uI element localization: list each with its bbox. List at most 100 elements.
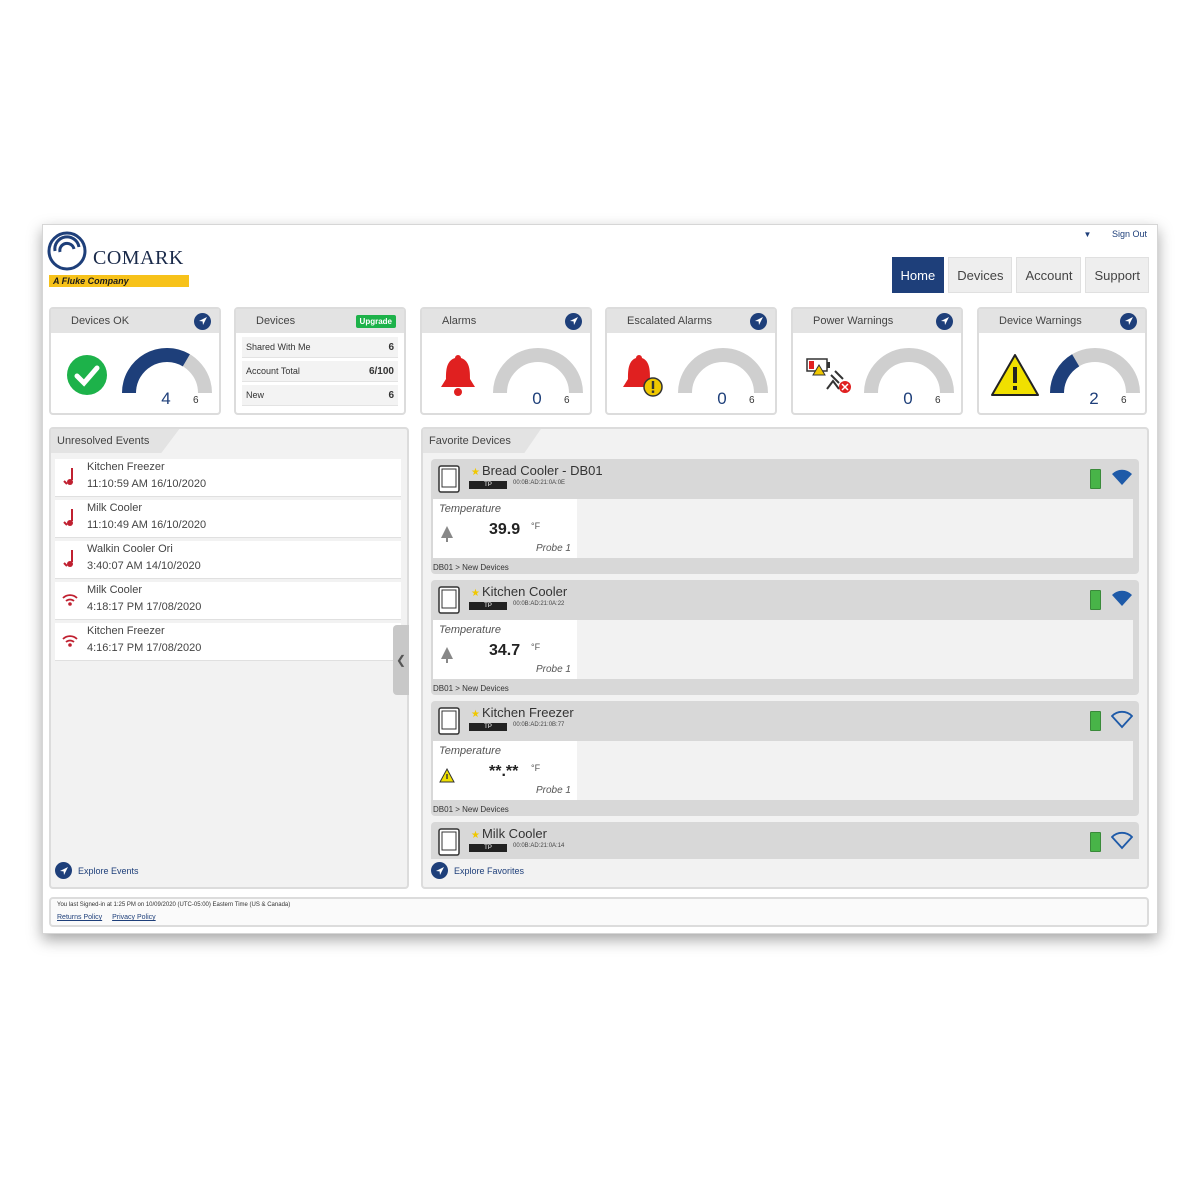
wifi-alarm-icon	[62, 594, 78, 606]
tab-home[interactable]: Home	[891, 257, 945, 293]
temperature-value: 34.7	[489, 642, 521, 659]
battery-icon	[1090, 590, 1101, 610]
navigate-icon[interactable]	[565, 312, 582, 330]
event-device: Milk Cooler	[87, 584, 143, 596]
thermometer-alarm-icon	[63, 468, 73, 485]
favorite-device-name: Milk Cooler	[481, 826, 547, 841]
device-mac: 00:0B:AD:21:0A:0E	[513, 480, 566, 486]
tab-support[interactable]: Support	[1085, 257, 1149, 293]
gauge-value: 0	[903, 389, 913, 408]
event-item[interactable]: Milk Cooler 4:18:17 PM 17/08/2020	[55, 582, 401, 620]
battery-icon	[1090, 711, 1101, 731]
bell-alarm-icon	[441, 355, 475, 396]
temperature-reading: Temperature 39.9 °F Probe 1	[433, 499, 577, 558]
device-path: DB01 > New Devices	[433, 805, 509, 814]
favorite-device-card[interactable]: ★ Bread Cooler - DB01 TP 00:0B:AD:21:0A:0…	[431, 459, 1139, 574]
comark-logo[interactable]: COMARK A Fluke Company	[47, 231, 197, 287]
wifi-icon	[1112, 469, 1132, 485]
favorite-device-card[interactable]: ★ Kitchen Cooler TP 00:0B:AD:21:0A:22 Tem…	[431, 580, 1139, 695]
brand-tagline: A Fluke Company	[49, 275, 189, 287]
event-time: 11:10:59 AM 16/10/2020	[87, 478, 207, 490]
tree-sensor-icon	[441, 647, 453, 663]
temperature-unit: °F	[531, 642, 541, 652]
navigate-icon	[431, 862, 448, 879]
star-icon[interactable]: ★	[471, 830, 480, 841]
power-warning-icon	[806, 358, 851, 393]
user-menu: ▼ Sign Out	[1084, 229, 1147, 239]
star-icon[interactable]: ★	[471, 709, 480, 720]
card-title: Devices OK	[71, 315, 130, 327]
event-item[interactable]: Walkin Cooler Ori 3:40:07 AM 14/10/2020	[55, 541, 401, 579]
gauge-max: 6	[193, 395, 199, 406]
gauge-fill	[1050, 354, 1080, 394]
event-time: 4:18:17 PM 17/08/2020	[87, 601, 202, 613]
navigate-icon[interactable]	[750, 312, 767, 330]
event-device: Kitchen Freezer	[87, 461, 165, 473]
check-circle-icon	[67, 355, 107, 395]
temperature-value: **.**	[489, 763, 519, 780]
gauge-max: 6	[935, 395, 941, 406]
card-alarms[interactable]: Alarms 0 6	[420, 307, 592, 415]
device-mac: 00:0B:AD:21:0A:22	[513, 601, 565, 607]
wifi-alarm-icon	[62, 635, 78, 647]
wifi-outline-icon	[1111, 710, 1133, 729]
navigate-icon[interactable]	[936, 312, 953, 330]
thermometer-alarm-icon	[63, 550, 73, 567]
footer: You last Signed-in at 1:25 PM on 10/09/2…	[49, 897, 1149, 927]
gauge-track	[678, 348, 768, 394]
returns-policy-link[interactable]: Returns Policy	[57, 914, 102, 921]
gauge-max: 6	[749, 395, 755, 406]
temperature-value: 39.9	[489, 521, 521, 538]
collapse-panel-button[interactable]: ❮	[393, 625, 409, 695]
card-title: Device Warnings	[999, 315, 1082, 327]
favorites-list: ★ Bread Cooler - DB01 TP 00:0B:AD:21:0A:0…	[431, 459, 1139, 859]
card-power-warnings[interactable]: Power Warnings 0 6	[791, 307, 963, 415]
event-item[interactable]: Kitchen Freezer 4:16:17 PM 17/08/2020	[55, 623, 401, 661]
caret-down-icon[interactable]: ▼	[1084, 230, 1092, 239]
gauge-max: 6	[1121, 395, 1127, 406]
temperature-unit: °F	[531, 521, 541, 531]
navigate-icon[interactable]	[194, 312, 211, 330]
summary-cards: Devices OK 4 6 Devices Upgrade Shared Wi…	[49, 307, 1151, 415]
probe-label: Probe 1	[535, 785, 571, 796]
event-item[interactable]: Milk Cooler 11:10:49 AM 16/10/2020	[55, 500, 401, 538]
temperature-unit: °F	[531, 763, 541, 773]
card-device-warnings[interactable]: Device Warnings 2 6	[977, 307, 1147, 415]
events-list: Kitchen Freezer 11:10:59 AM 16/10/2020 M…	[55, 459, 401, 664]
card-title: Devices	[256, 315, 296, 327]
favorite-device-name: Bread Cooler - DB01	[481, 463, 603, 478]
unresolved-events-panel: Unresolved Events Kitchen Freezer 11:10:…	[49, 427, 409, 889]
gauge-value: 2	[1089, 389, 1099, 408]
gauge-value: 4	[161, 389, 171, 408]
warning-triangle-icon	[991, 354, 1039, 396]
card-escalated-alarms[interactable]: Escalated Alarms 0 6	[605, 307, 777, 415]
temperature-reading: Temperature **.** °F Probe 1	[433, 741, 577, 800]
device-path: DB01 > New Devices	[433, 563, 509, 572]
brand-name: COMARK	[93, 247, 184, 269]
explore-events-label: Explore Events	[78, 865, 139, 876]
event-device: Milk Cooler	[87, 502, 143, 514]
explore-events-link[interactable]: Explore Events	[55, 862, 139, 879]
star-icon[interactable]: ★	[471, 467, 480, 478]
chevron-left-icon: ❮	[395, 653, 407, 667]
navigate-icon[interactable]	[1120, 312, 1137, 330]
sign-out-link[interactable]: Sign Out	[1112, 229, 1147, 239]
favorite-device-card[interactable]: ★ Milk Cooler TP 00:0B:AD:21:0A:14	[431, 822, 1139, 859]
explore-favorites-link[interactable]: Explore Favorites	[431, 862, 524, 879]
temperature-reading: Temperature 34.7 °F Probe 1	[433, 620, 577, 679]
upgrade-button[interactable]: Upgrade	[355, 314, 396, 328]
event-device: Kitchen Freezer	[87, 625, 165, 637]
tab-account[interactable]: Account	[1016, 257, 1082, 293]
tab-devices[interactable]: Devices	[948, 257, 1013, 293]
privacy-policy-link[interactable]: Privacy Policy	[112, 914, 156, 921]
last-signin-text: You last Signed-in at 1:25 PM on 10/09/2…	[57, 902, 291, 908]
card-devices-ok[interactable]: Devices OK 4 6	[49, 307, 221, 415]
favorite-devices-panel: Favorite Devices ★ Bread Cooler - DB01 TP…	[421, 427, 1149, 889]
card-devices[interactable]: Devices Upgrade Shared With Me 6 Account …	[234, 307, 406, 415]
star-icon[interactable]: ★	[471, 588, 480, 599]
device-tablet-icon	[438, 707, 460, 735]
favorite-device-card[interactable]: ★ Kitchen Freezer TP 00:0B:AD:21:0B:77 Te…	[431, 701, 1139, 816]
explore-favorites-label: Explore Favorites	[454, 865, 525, 876]
event-item[interactable]: Kitchen Freezer 11:10:59 AM 16/10/2020	[55, 459, 401, 497]
gauge-track	[864, 348, 954, 394]
